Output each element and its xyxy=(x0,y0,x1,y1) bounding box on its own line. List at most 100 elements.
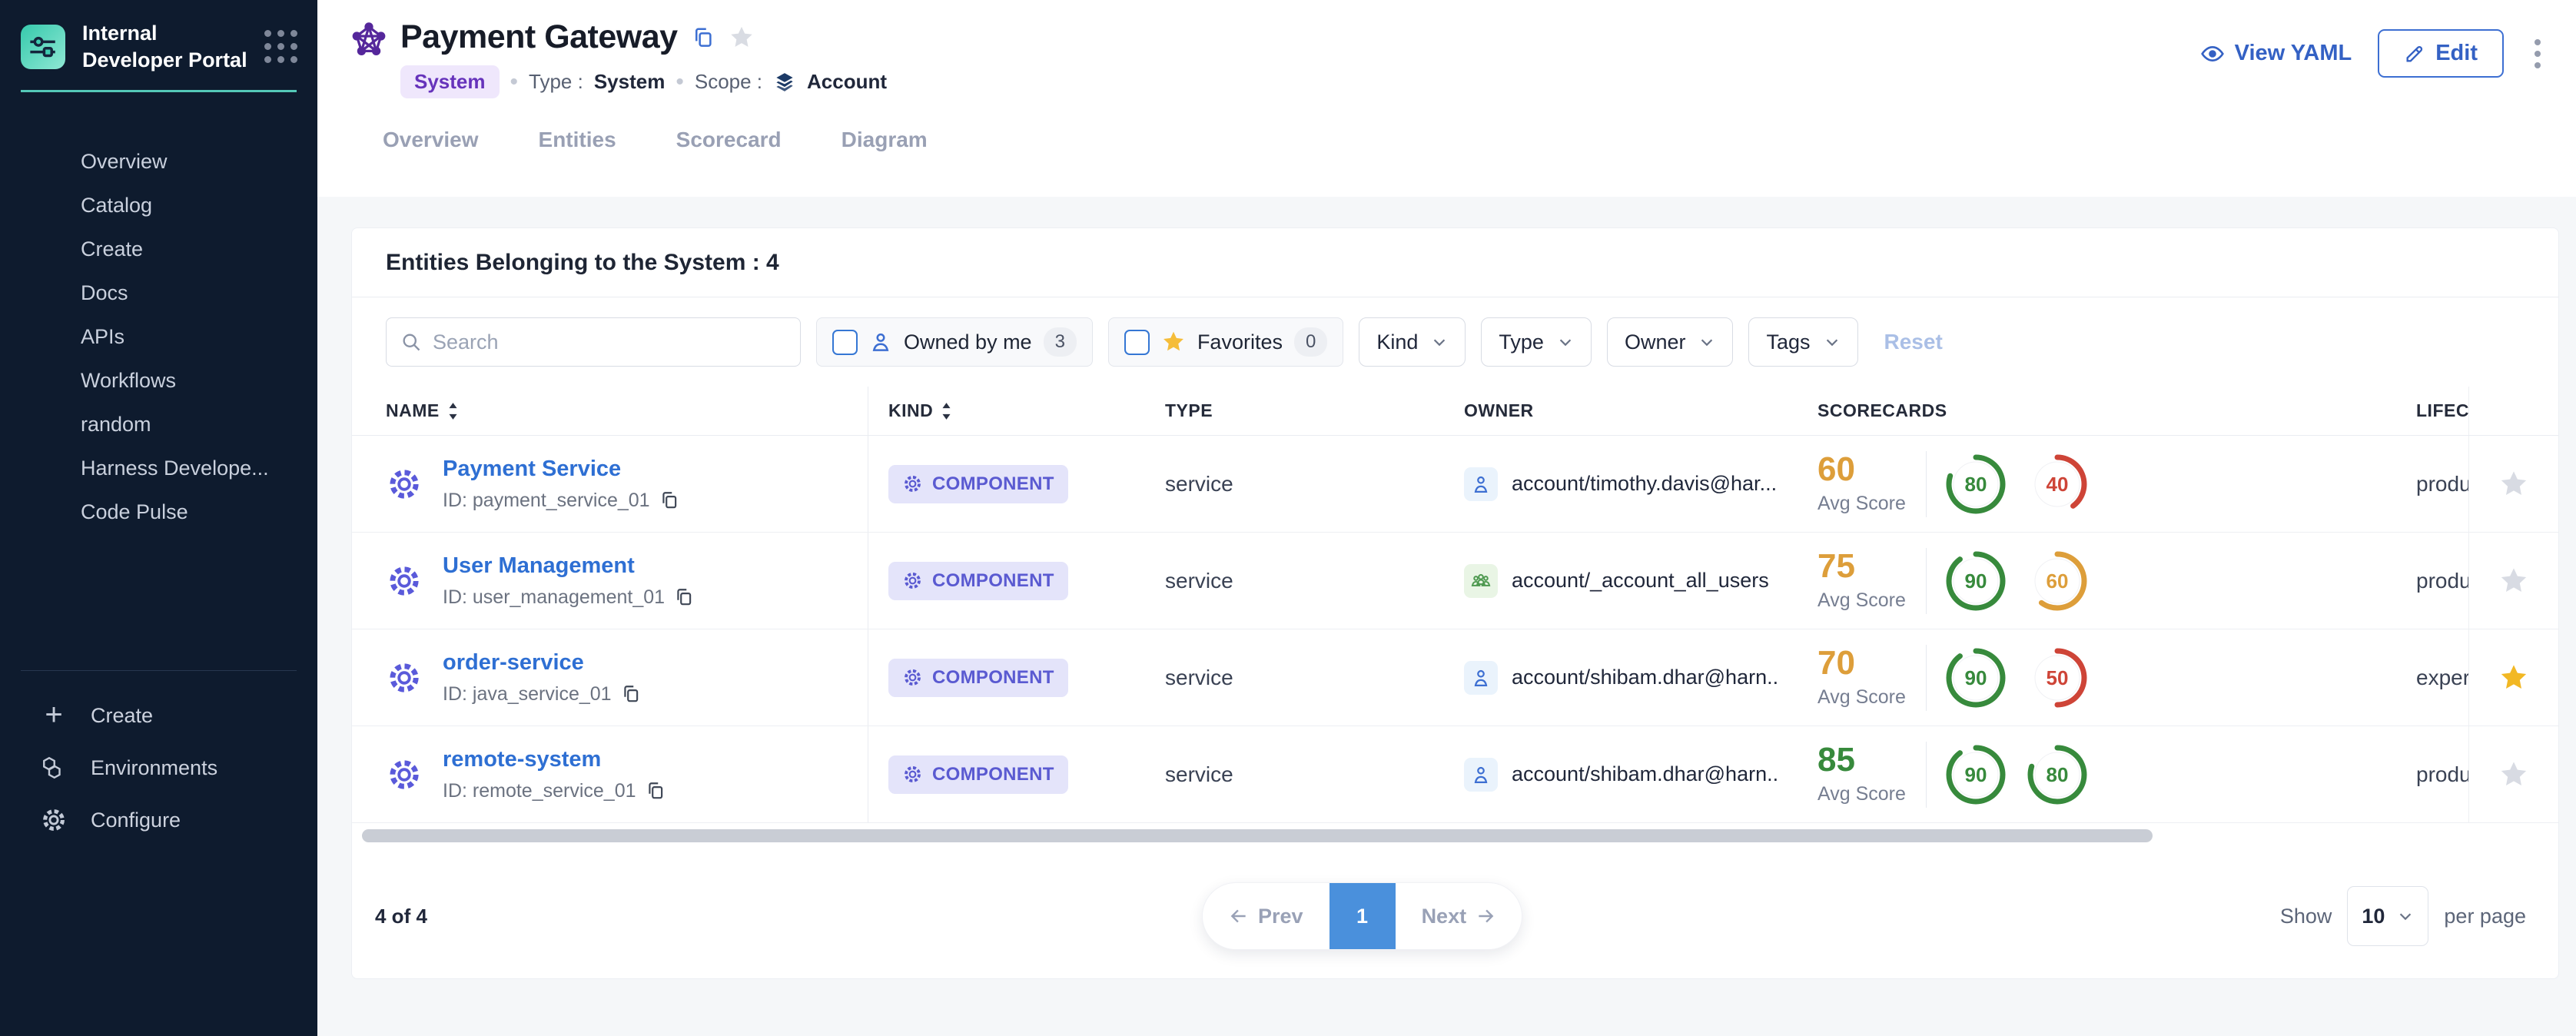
entity-name-link[interactable]: User Management xyxy=(443,553,694,579)
sidebar-nav-item[interactable]: Create xyxy=(20,227,297,271)
table-row[interactable]: Payment Service ID: payment_service_01 xyxy=(352,436,2558,533)
favorites-filter[interactable]: Favorites 0 xyxy=(1108,317,1343,367)
type-value: System xyxy=(594,70,666,94)
content-area: Entities Belonging to the System : 4 xyxy=(317,197,2576,1036)
page-number-button[interactable]: 1 xyxy=(1329,883,1396,949)
scorecards-cell: 60 Avg Score 80 xyxy=(1779,451,2378,517)
table-body: Payment Service ID: payment_service_01 xyxy=(352,436,2558,823)
edit-button[interactable]: Edit xyxy=(2378,29,2504,78)
scorecards-cell: 75 Avg Score 90 xyxy=(1779,548,2378,614)
horizontal-scrollbar[interactable] xyxy=(362,829,2153,842)
favorite-star-icon[interactable] xyxy=(2498,566,2529,596)
scorecard-ring-gauge[interactable]: 80 xyxy=(1944,452,2008,516)
page-title: Payment Gateway xyxy=(400,18,678,56)
checkbox[interactable] xyxy=(832,330,858,355)
tab[interactable]: Scorecard xyxy=(676,128,782,197)
favorites-label: Favorites xyxy=(1197,330,1283,354)
per-page-label: per page xyxy=(2444,905,2526,928)
entity-id: ID: user_management_01 xyxy=(443,586,694,609)
entity-name-link[interactable]: remote-system xyxy=(443,747,666,772)
copy-icon[interactable] xyxy=(646,781,666,801)
svg-text:90: 90 xyxy=(1965,666,1987,689)
sidebar-nav-item[interactable]: Harness Develope... xyxy=(20,447,297,490)
column-header-name[interactable]: NAME xyxy=(352,387,868,435)
avg-score: 60 Avg Score xyxy=(1817,453,1921,515)
next-page-button[interactable]: Next xyxy=(1396,883,1522,949)
checkbox[interactable] xyxy=(1124,330,1150,355)
kind-badge: COMPONENT xyxy=(888,465,1068,503)
favorite-cell xyxy=(2468,533,2558,629)
entity-name-link[interactable]: order-service xyxy=(443,650,641,676)
favorite-star-icon[interactable] xyxy=(2498,759,2529,790)
sidebar-nav-item[interactable]: Code Pulse xyxy=(20,490,297,534)
favorite-star-icon[interactable] xyxy=(2498,469,2529,500)
filter-dropdown[interactable]: Kind xyxy=(1359,317,1466,367)
avg-score-label: Avg Score xyxy=(1817,493,1921,515)
filter-dropdown[interactable]: Type xyxy=(1481,317,1592,367)
sidebar-nav-item[interactable]: random xyxy=(20,403,297,447)
tab[interactable]: Diagram xyxy=(842,128,928,197)
system-entity-icon xyxy=(351,22,387,57)
entity-id: ID: payment_service_01 xyxy=(443,490,679,512)
favorite-star-icon[interactable] xyxy=(2498,662,2529,693)
sidebar-nav: Overview Catalog Create Docs APIs Workfl… xyxy=(0,92,317,534)
main-area: Payment Gateway System • Type : System •… xyxy=(317,0,2576,1036)
scorecard-ring-gauge[interactable]: 60 xyxy=(2025,549,2090,613)
filter-dropdown[interactable]: Tags xyxy=(1748,317,1857,367)
search-input[interactable] xyxy=(433,330,786,354)
page-size-select[interactable]: 10 xyxy=(2347,886,2428,946)
favorite-star-icon[interactable] xyxy=(729,25,755,51)
search-icon xyxy=(400,331,422,353)
scorecard-ring-gauge[interactable]: 90 xyxy=(1944,549,2008,613)
kind-badge: COMPONENT xyxy=(888,755,1068,794)
gear-icon xyxy=(902,473,923,494)
scorecard-ring-gauge[interactable]: 50 xyxy=(2025,646,2090,710)
kind-badge-label: COMPONENT xyxy=(932,473,1054,495)
owned-by-me-filter[interactable]: Owned by me 3 xyxy=(816,317,1093,367)
kind-badge: COMPONENT xyxy=(888,562,1068,600)
reset-filters-button[interactable]: Reset xyxy=(1884,330,1943,354)
scorecard-ring-gauge[interactable]: 40 xyxy=(2025,452,2090,516)
column-header-kind[interactable]: KIND xyxy=(868,400,1122,421)
scorecard-ring-gauge[interactable]: 80 xyxy=(2025,742,2090,807)
sidebar-nav-item-label: Overview xyxy=(81,150,168,174)
sidebar-item-create[interactable]: + Create xyxy=(0,689,317,742)
filter-dropdown[interactable]: Owner xyxy=(1607,317,1734,367)
app-grid-icon[interactable] xyxy=(264,30,297,63)
copy-icon[interactable] xyxy=(692,26,715,49)
type-cell: service xyxy=(1122,569,1426,593)
sidebar-nav-item[interactable]: Workflows xyxy=(20,359,297,403)
tab[interactable]: Overview xyxy=(383,128,479,197)
entity-tabs: Overview Entities Scorecard Diagram xyxy=(317,98,2576,197)
page-header: Payment Gateway System • Type : System •… xyxy=(317,0,2576,98)
table-row[interactable]: User Management ID: user_management_01 xyxy=(352,533,2558,629)
view-yaml-button[interactable]: View YAML xyxy=(2200,41,2352,66)
sidebar-item-environments[interactable]: Environments xyxy=(0,742,317,794)
tab[interactable]: Entities xyxy=(539,128,616,197)
sidebar-nav-item[interactable]: Docs xyxy=(20,271,297,315)
kind-badge: COMPONENT xyxy=(888,659,1068,697)
sidebar-nav-item[interactable]: Overview xyxy=(20,140,297,184)
prev-page-button[interactable]: Prev xyxy=(1203,883,1329,949)
brand: Internal Developer Portal xyxy=(0,0,317,90)
entity-name-link[interactable]: Payment Service xyxy=(443,457,679,482)
column-header-type: TYPE xyxy=(1122,400,1426,421)
copy-icon[interactable] xyxy=(659,490,679,510)
avg-score-value: 70 xyxy=(1817,646,1921,680)
sidebar-item-configure[interactable]: Configure xyxy=(0,794,317,846)
sidebar-nav-item[interactable]: Catalog xyxy=(20,184,297,227)
gear-icon xyxy=(902,667,923,688)
owner-user-icon xyxy=(1464,758,1498,792)
table-row[interactable]: remote-system ID: remote_service_01 xyxy=(352,726,2558,823)
scorecard-ring-gauge[interactable]: 90 xyxy=(1944,742,2008,807)
more-options-kebab-icon[interactable] xyxy=(2530,33,2545,75)
table-row[interactable]: order-service ID: java_service_01 xyxy=(352,629,2558,726)
copy-icon[interactable] xyxy=(674,587,694,607)
copy-icon[interactable] xyxy=(621,684,641,704)
sidebar-item-environments-label: Environments xyxy=(91,756,217,780)
svg-text:90: 90 xyxy=(1965,763,1987,786)
filter-dropdown-label: Tags xyxy=(1766,330,1810,354)
sort-icon xyxy=(447,402,459,420)
scorecard-ring-gauge[interactable]: 90 xyxy=(1944,646,2008,710)
sidebar-nav-item[interactable]: APIs xyxy=(20,315,297,359)
